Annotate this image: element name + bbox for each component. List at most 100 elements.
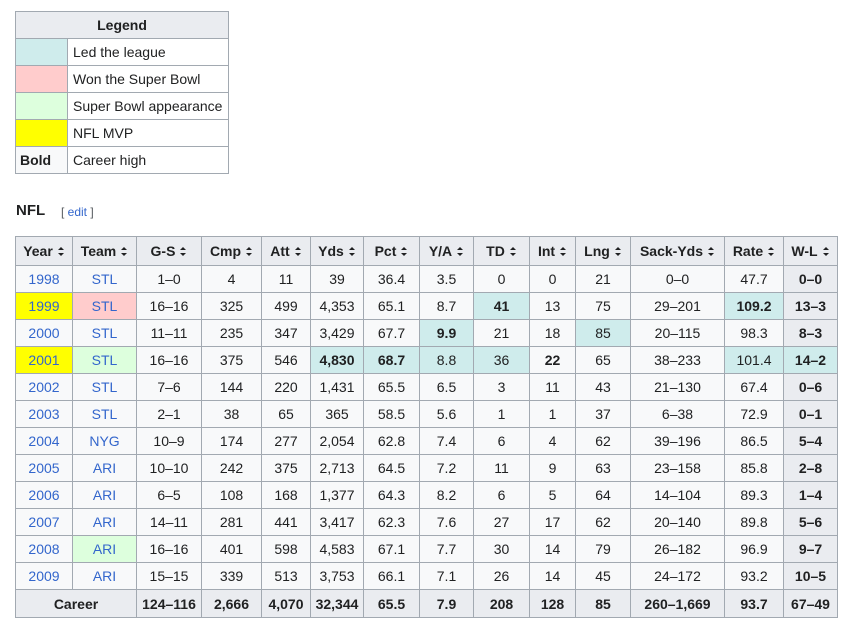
year-link[interactable]: 2006 <box>15 481 73 509</box>
cell-yds: 2,713 <box>310 454 364 482</box>
sort-icon[interactable] <box>180 246 187 256</box>
year-link[interactable]: 2004 <box>15 427 73 455</box>
team-link[interactable]: ARI <box>72 562 137 590</box>
column-header-int[interactable]: Int <box>529 236 576 266</box>
team-link[interactable]: ARI <box>72 481 137 509</box>
year-link[interactable]: 2000 <box>15 319 73 347</box>
column-header-gs[interactable]: G-S <box>136 236 202 266</box>
column-header-rate[interactable]: Rate <box>724 236 784 266</box>
team-link[interactable]: NYG <box>72 427 137 455</box>
cell-lng: 43 <box>575 373 631 401</box>
sort-icon[interactable] <box>614 246 622 256</box>
column-header-label: TD <box>486 243 505 259</box>
cell-td: 30 <box>473 535 530 563</box>
legend-label-led: Led the league <box>67 38 229 66</box>
table-row: 2002 STL 7–6 144 220 1,431 65.5 6.5 3 11 43 21–130 6… <box>15 373 838 401</box>
edit-link[interactable]: edit <box>68 205 87 219</box>
cell-att: 598 <box>261 535 311 563</box>
column-header-cmp[interactable]: Cmp <box>201 236 262 266</box>
cell-int: 5 <box>529 481 576 509</box>
year-link[interactable]: 1998 <box>15 265 73 293</box>
cell-gs: 16–16 <box>136 535 202 563</box>
team-link[interactable]: STL <box>72 373 137 401</box>
column-header-year[interactable]: Year <box>15 236 73 266</box>
cell-wl: 5–6 <box>783 508 838 536</box>
year-link[interactable]: 2003 <box>15 400 73 428</box>
cell-wl: 2–8 <box>783 454 838 482</box>
cell-pct: 62.8 <box>363 427 420 455</box>
column-header-label: Cmp <box>209 243 242 259</box>
sort-icon[interactable] <box>401 246 408 256</box>
column-header-lng[interactable]: Lng <box>575 236 631 266</box>
column-header-team[interactable]: Team <box>72 236 137 266</box>
cell-sack: 38–233 <box>630 346 725 374</box>
cell-pct: 64.3 <box>363 481 420 509</box>
table-row: 2005 ARI 10–10 242 375 2,713 64.5 7.2 11 9 63 23–15… <box>15 454 838 482</box>
sort-icon[interactable] <box>294 246 302 256</box>
cell-yds: 2,054 <box>310 427 364 455</box>
legend-table: Legend Led the league Won the Super Bowl… <box>15 11 229 174</box>
column-header-sack[interactable]: Sack-Yds <box>630 236 725 266</box>
year-link[interactable]: 2002 <box>15 373 73 401</box>
year-link[interactable]: 2008 <box>15 535 73 563</box>
cell-rate: 96.9 <box>724 535 784 563</box>
year-link[interactable]: 2007 <box>15 508 73 536</box>
column-header-att[interactable]: Att <box>261 236 311 266</box>
cell-int: 17 <box>529 508 576 536</box>
cell-ya: 7.6 <box>419 508 474 536</box>
career-wl: 67–49 <box>783 589 838 618</box>
cell-td: 26 <box>473 562 530 590</box>
team-link[interactable]: STL <box>72 346 137 374</box>
table-row: 1999 STL 16–16 325 499 4,353 65.1 8.7 41 13 75 29–2… <box>15 292 838 320</box>
column-header-label: Lng <box>584 243 610 259</box>
column-header-pct[interactable]: Pct <box>363 236 420 266</box>
sort-icon[interactable] <box>768 246 775 256</box>
sort-icon[interactable] <box>121 246 128 256</box>
cell-rate: 98.3 <box>724 319 784 347</box>
column-header-yds[interactable]: Yds <box>310 236 364 266</box>
career-lng: 85 <box>575 589 631 618</box>
sort-icon[interactable] <box>348 246 356 256</box>
sort-icon[interactable] <box>708 246 715 256</box>
cell-yds: 4,583 <box>310 535 364 563</box>
team-link[interactable]: ARI <box>72 535 137 563</box>
year-link[interactable]: 2005 <box>15 454 73 482</box>
cell-pct: 67.1 <box>363 535 420 563</box>
career-sack: 260–1,669 <box>630 589 725 618</box>
sort-icon[interactable] <box>57 246 65 256</box>
team-link[interactable]: ARI <box>72 508 137 536</box>
sort-icon[interactable] <box>822 246 830 256</box>
cell-ya: 8.2 <box>419 481 474 509</box>
cell-gs: 10–9 <box>136 427 202 455</box>
cell-cmp: 235 <box>201 319 262 347</box>
cell-yds: 3,417 <box>310 508 364 536</box>
cell-lng: 79 <box>575 535 631 563</box>
cell-att: 513 <box>261 562 311 590</box>
cell-lng: 62 <box>575 427 631 455</box>
cell-sack: 26–182 <box>630 535 725 563</box>
sort-icon[interactable] <box>246 246 253 256</box>
column-header-label: Rate <box>732 243 764 259</box>
sort-icon[interactable] <box>560 246 567 256</box>
cell-td: 6 <box>473 481 530 509</box>
column-header-wl[interactable]: W-L <box>783 236 838 266</box>
team-link[interactable]: STL <box>72 292 137 320</box>
sort-icon[interactable] <box>457 246 464 256</box>
team-link[interactable]: STL <box>72 265 137 293</box>
cell-pct: 68.7 <box>363 346 420 374</box>
column-header-label: Sack-Yds <box>639 243 704 259</box>
year-link[interactable]: 2009 <box>15 562 73 590</box>
team-link[interactable]: STL <box>72 400 137 428</box>
career-row: Career 124–116 2,666 4,070 32,344 65.5 7.9 208 1… <box>15 589 838 618</box>
sort-icon[interactable] <box>509 246 517 256</box>
team-link[interactable]: ARI <box>72 454 137 482</box>
column-header-td[interactable]: TD <box>473 236 530 266</box>
cell-cmp: 375 <box>201 346 262 374</box>
year-link[interactable]: 2001 <box>15 346 73 374</box>
team-link[interactable]: STL <box>72 319 137 347</box>
cell-att: 168 <box>261 481 311 509</box>
cell-td: 3 <box>473 373 530 401</box>
cell-lng: 63 <box>575 454 631 482</box>
column-header-ya[interactable]: Y/A <box>419 236 474 266</box>
year-link[interactable]: 1999 <box>15 292 73 320</box>
